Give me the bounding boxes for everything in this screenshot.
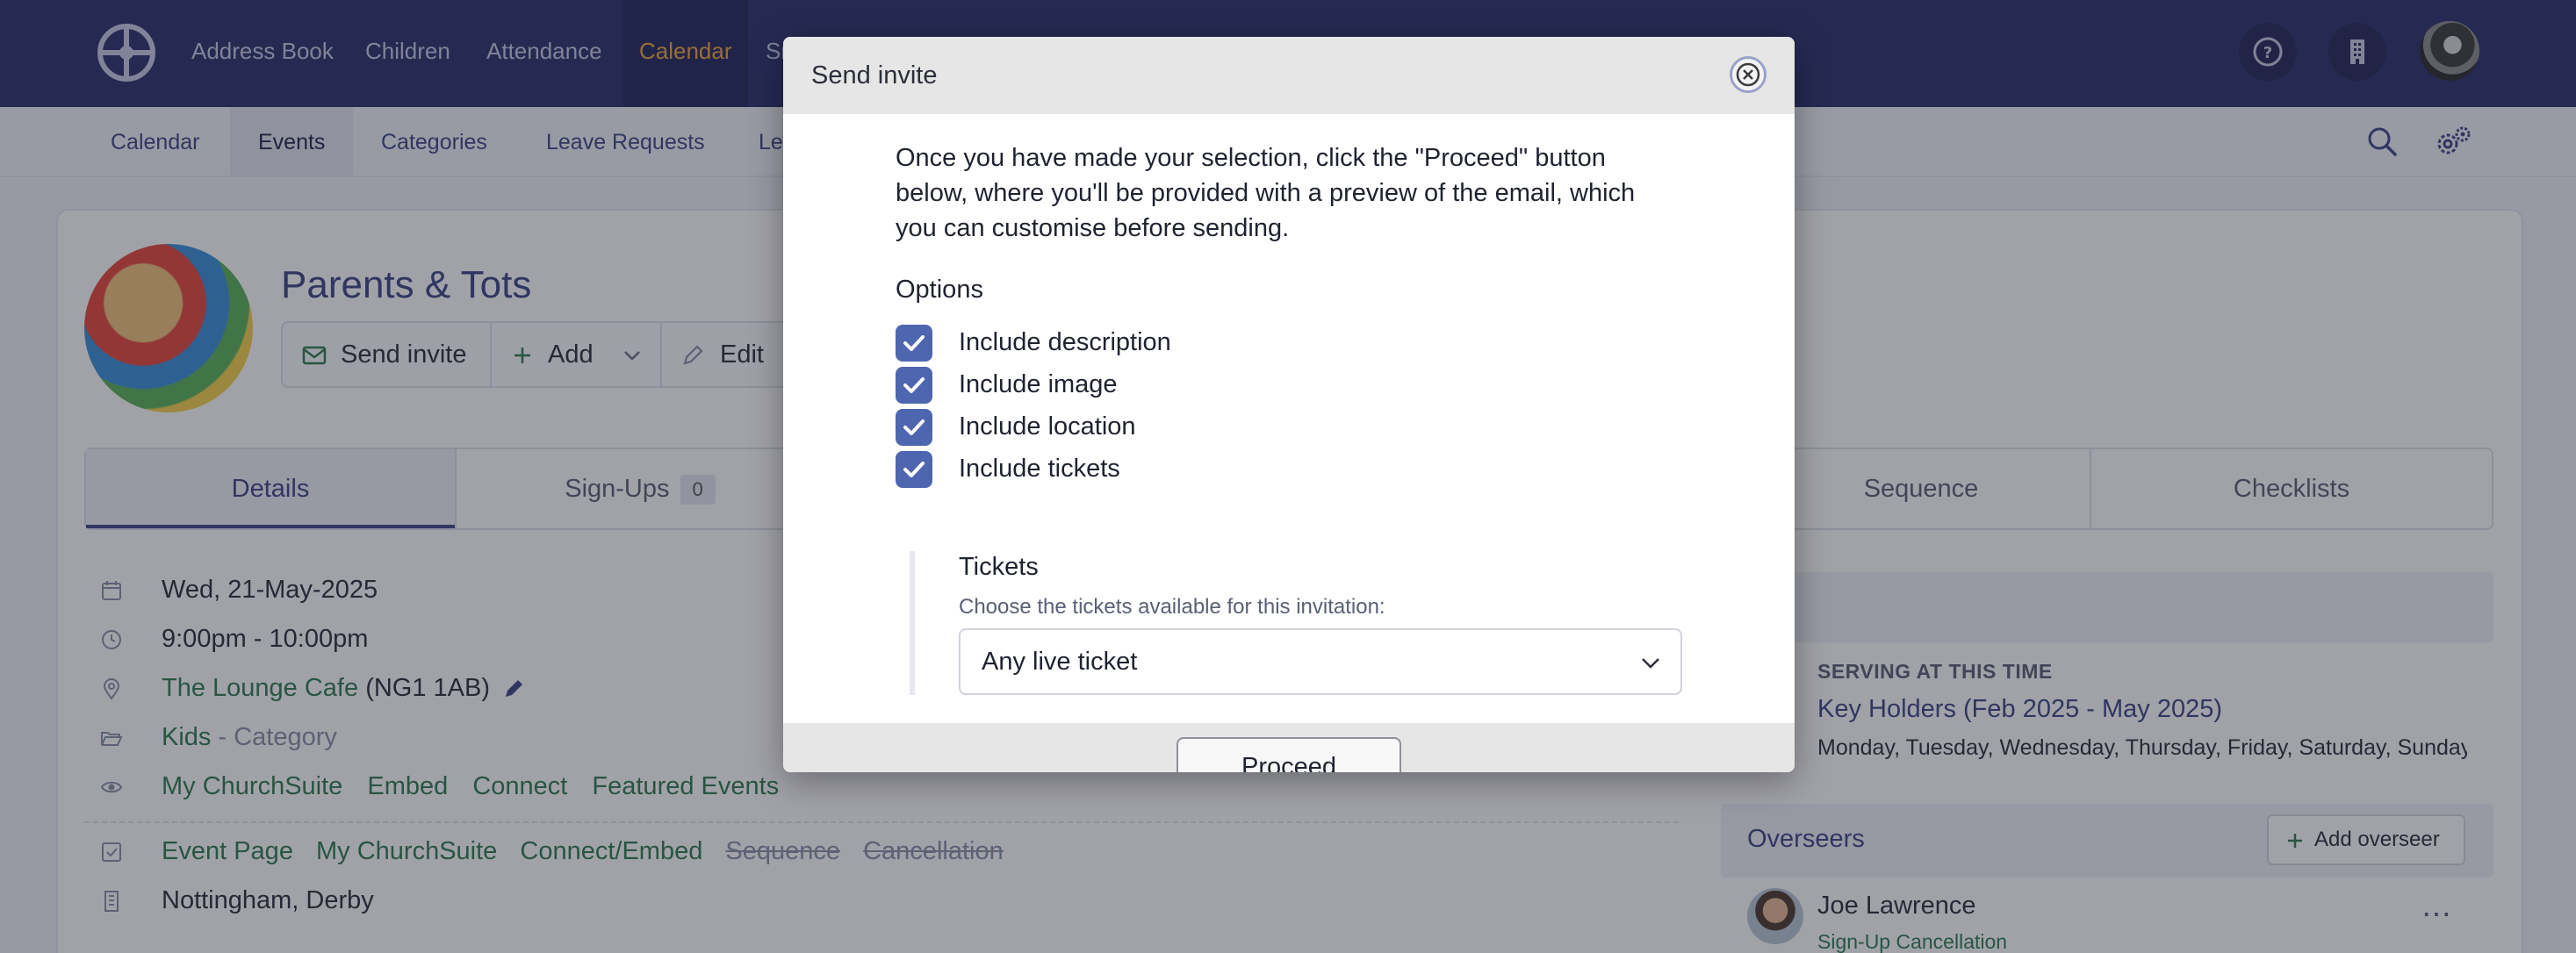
modal-intro-text: Once you have made your selection, click… (896, 144, 1636, 242)
close-button[interactable] (1730, 56, 1767, 93)
modal-footer: Proceed (783, 723, 1795, 772)
include-description-checkbox[interactable] (896, 325, 932, 362)
tickets-select-value: Any live ticket (982, 648, 1138, 676)
options-label: Options (896, 276, 983, 304)
modal-header: Send invite (783, 37, 1795, 114)
tickets-section-border (910, 551, 915, 695)
include-location-checkbox[interactable] (896, 409, 932, 446)
send-invite-modal: Send invite Once you have made your sele… (783, 37, 1795, 772)
tickets-title: Tickets (959, 553, 1039, 581)
checkmark-icon (903, 335, 925, 351)
include-tickets-label[interactable]: Include tickets (959, 455, 1120, 484)
checkmark-icon (903, 377, 925, 393)
include-location-label[interactable]: Include location (959, 412, 1136, 441)
checkmark-icon (903, 462, 925, 477)
tickets-help-text: Choose the tickets available for this in… (959, 595, 1385, 619)
modal-title: Send invite (811, 61, 938, 90)
proceed-button[interactable]: Proceed (1176, 737, 1401, 772)
modal-body: Once you have made your selection, click… (783, 114, 1795, 723)
chevron-down-icon (1642, 658, 1659, 669)
tickets-select[interactable]: Any live ticket (959, 628, 1682, 695)
checkmark-icon (903, 419, 925, 435)
include-image-checkbox[interactable] (896, 367, 932, 404)
close-icon (1736, 62, 1760, 87)
include-description-label[interactable]: Include description (959, 328, 1171, 357)
include-tickets-checkbox[interactable] (896, 451, 932, 488)
include-image-label[interactable]: Include image (959, 370, 1118, 399)
